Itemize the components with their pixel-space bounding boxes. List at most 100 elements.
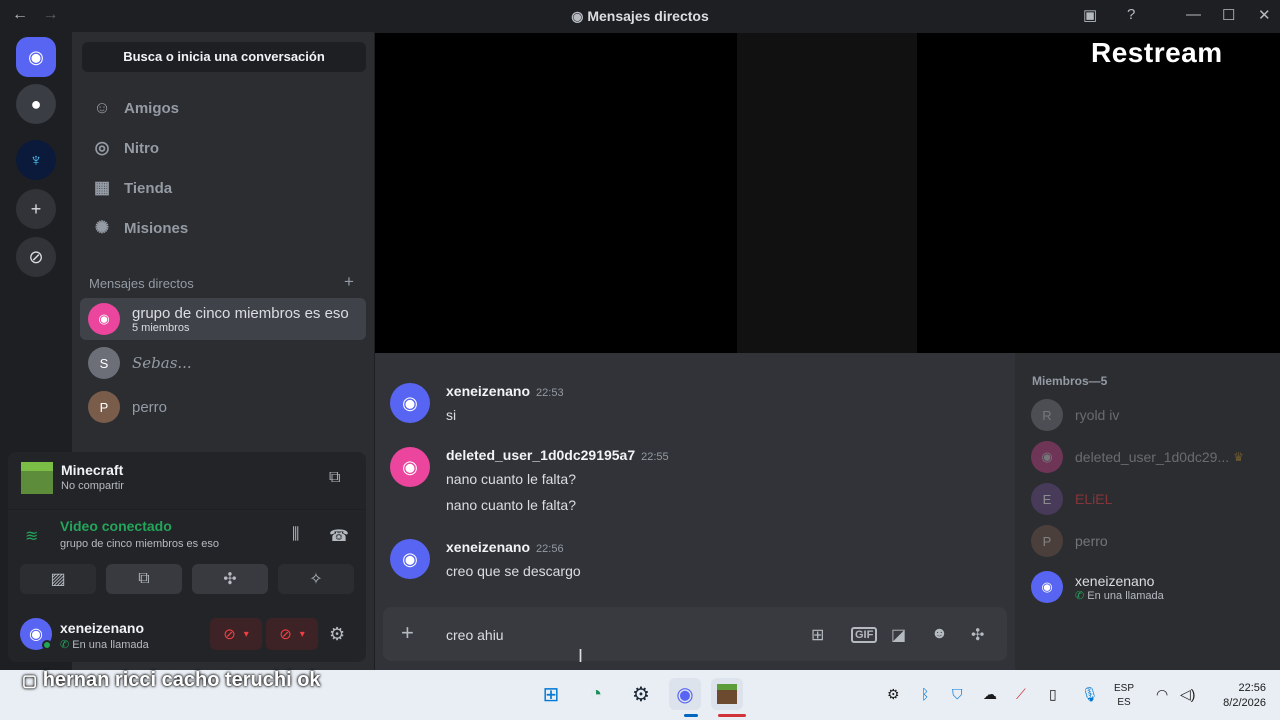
noise-suppression-icon[interactable]: ⫼ <box>292 526 299 544</box>
clock[interactable]: 22:56 8/2/2026 <box>1206 681 1266 711</box>
avatar[interactable]: ◉ <box>390 383 430 423</box>
group-dm-shortcut[interactable]: ● <box>16 84 56 124</box>
close-icon[interactable]: ✕ <box>1258 6 1271 24</box>
message-text: si <box>446 407 457 423</box>
nav-label: Nitro <box>124 139 159 157</box>
dm-name: perro <box>132 398 168 416</box>
dm-item-perro[interactable]: P perro <box>80 386 366 428</box>
member-item[interactable]: P perro <box>1031 523 1271 559</box>
usb-icon[interactable]: ▯ <box>1049 686 1057 703</box>
timestamp: 22:55 <box>641 451 669 463</box>
activities-button[interactable]: ✣ <box>192 564 268 594</box>
add-server-button[interactable]: + <box>16 189 56 229</box>
member-name: ryold iv <box>1075 407 1120 423</box>
screen-share-icon[interactable]: ⧉ <box>329 469 340 487</box>
nav-label: Tienda <box>124 179 173 197</box>
inbox-icon[interactable]: ▣ <box>1083 6 1097 24</box>
minimize-icon[interactable]: — <box>1186 6 1201 23</box>
screen-share-icon: ⧉ <box>138 570 150 587</box>
member-item[interactable]: R ryold iv <box>1031 397 1271 433</box>
nav-friends[interactable]: ☺ Amigos <box>80 88 366 128</box>
defender-shield-icon[interactable]: ⛉ <box>952 686 963 703</box>
discord-taskbar-icon[interactable]: ◉ <box>669 678 701 710</box>
tool-icon[interactable]: ⟋ <box>1016 686 1026 703</box>
nav-label: Amigos <box>124 99 180 117</box>
attach-plus-icon[interactable]: + <box>401 620 414 646</box>
nitro-icon: ◎ <box>94 138 110 157</box>
avatar[interactable]: ◉ <box>390 447 430 487</box>
steam-tray-icon[interactable]: ⚙ <box>887 686 900 703</box>
chat-bubble-icon: ▢ <box>22 673 38 690</box>
dm-item-sebas[interactable]: S Sebas... <box>80 342 366 384</box>
camera-button[interactable]: ▨ <box>20 564 96 594</box>
video-grid[interactable]: Restream <box>375 33 1280 353</box>
gift-icon[interactable]: ⊞ <box>811 625 824 645</box>
bluetooth-icon[interactable]: ᛒ <box>921 686 929 702</box>
steam-icon[interactable]: ⚙ <box>625 678 657 710</box>
apps-icon[interactable]: ✣ <box>971 625 984 645</box>
microphone-icon[interactable]: 🎙 <box>1081 686 1099 703</box>
dm-item-group[interactable]: ◉ grupo de cinco miembros es eso 5 miemb… <box>80 298 366 340</box>
message-author[interactable]: xeneizenano 22:56 <box>446 539 564 555</box>
group-avatar-icon: ● <box>30 93 42 114</box>
message-author[interactable]: deleted_user_1d0dc29195a7 22:55 <box>446 447 669 463</box>
soundboard-button[interactable]: ✧ <box>278 564 354 594</box>
search-button[interactable]: Busca o inicia una conversación <box>82 42 366 72</box>
message-author[interactable]: xeneizenano 22:53 <box>446 383 564 399</box>
edge-browser-icon[interactable]: ◔ <box>580 678 612 710</box>
sticker-icon[interactable]: ◪ <box>891 625 906 645</box>
discord-icon: ◉ <box>29 626 43 643</box>
discord-icon: ◉ <box>28 46 44 67</box>
member-item[interactable]: ◉ xeneizenano ✆ En una llamada <box>1031 567 1271 607</box>
avatar: ◉ <box>1031 441 1063 473</box>
shop-icon: ▦ <box>93 178 111 197</box>
chat-area: ◉ xeneizenano 22:53 si ◉ deleted_user_1d0… <box>375 353 1015 670</box>
phone-icon: ✆ <box>1075 589 1085 602</box>
disconnect-icon[interactable]: ☎ <box>329 526 349 546</box>
create-dm-plus-icon[interactable]: + <box>344 272 354 292</box>
activity-title: Minecraft <box>61 462 124 478</box>
discord-icon: ◉ <box>402 548 418 569</box>
message-composer[interactable]: + creo ahiu ⊞ GIF ◪ ☻ ✣ <box>383 607 1007 661</box>
dm-name: Sebas... <box>132 354 192 372</box>
plus-icon: + <box>30 198 42 219</box>
avatar[interactable]: ◉ <box>390 539 430 579</box>
volume-icon[interactable]: ◁) <box>1180 686 1195 703</box>
deafen-button[interactable]: ⊘ ▾ <box>266 618 318 650</box>
member-item[interactable]: E ELiEL <box>1031 481 1271 517</box>
onedrive-cloud-icon[interactable]: ☁ <box>983 686 997 703</box>
nav-quests[interactable]: ✺ Misiones <box>80 208 366 248</box>
voice-channel: grupo de cinco miembros es eso <box>60 538 219 550</box>
settings-gear-icon[interactable]: ⚙ <box>329 624 345 645</box>
emoji-icon[interactable]: ☻ <box>931 625 948 643</box>
language-indicator[interactable]: ESP ES <box>1114 682 1134 710</box>
video-tile[interactable] <box>737 33 917 353</box>
user-status: ✆ En una llamada <box>60 639 149 651</box>
discord-icon: ◉ <box>571 8 584 24</box>
gif-icon[interactable]: GIF <box>851 627 878 643</box>
group-avatar: ◉ <box>88 303 120 335</box>
server-icon[interactable]: ♆ <box>16 140 56 180</box>
soundboard-icon: ✧ <box>309 571 323 588</box>
user-name[interactable]: xeneizenano <box>60 620 144 636</box>
share-screen-button[interactable]: ⧉ <box>106 564 182 594</box>
compass-icon: ⊘ <box>28 246 44 267</box>
home-button[interactable]: ◉ <box>16 37 56 77</box>
overlay-caption: ▢ hernan ricci cacho teruchi ok <box>22 669 321 691</box>
activity-row: Minecraft No compartir ⧉ <box>8 452 366 510</box>
nav-nitro[interactable]: ◎ Nitro <box>80 128 366 168</box>
message-input[interactable]: creo ahiu <box>446 627 504 643</box>
minecraft-taskbar-icon[interactable] <box>711 678 743 710</box>
nav-shop[interactable]: ▦ Tienda <box>80 168 366 208</box>
wifi-icon[interactable]: ◠ <box>1156 686 1168 703</box>
mute-button[interactable]: ⊘ ▾ <box>210 618 262 650</box>
mic-off-icon: ⊘ <box>223 626 236 643</box>
explore-button[interactable]: ⊘ <box>16 237 56 277</box>
voice-status: Video conectado <box>60 518 172 534</box>
avatar: R <box>1031 399 1063 431</box>
start-windows-icon[interactable]: ⊞ <box>535 678 567 710</box>
help-icon[interactable]: ? <box>1127 6 1135 23</box>
member-item[interactable]: ◉ deleted_user_1d0dc29... ♛ <box>1031 439 1271 475</box>
maximize-icon[interactable]: ☐ <box>1222 6 1235 24</box>
active-indicator <box>684 714 698 717</box>
